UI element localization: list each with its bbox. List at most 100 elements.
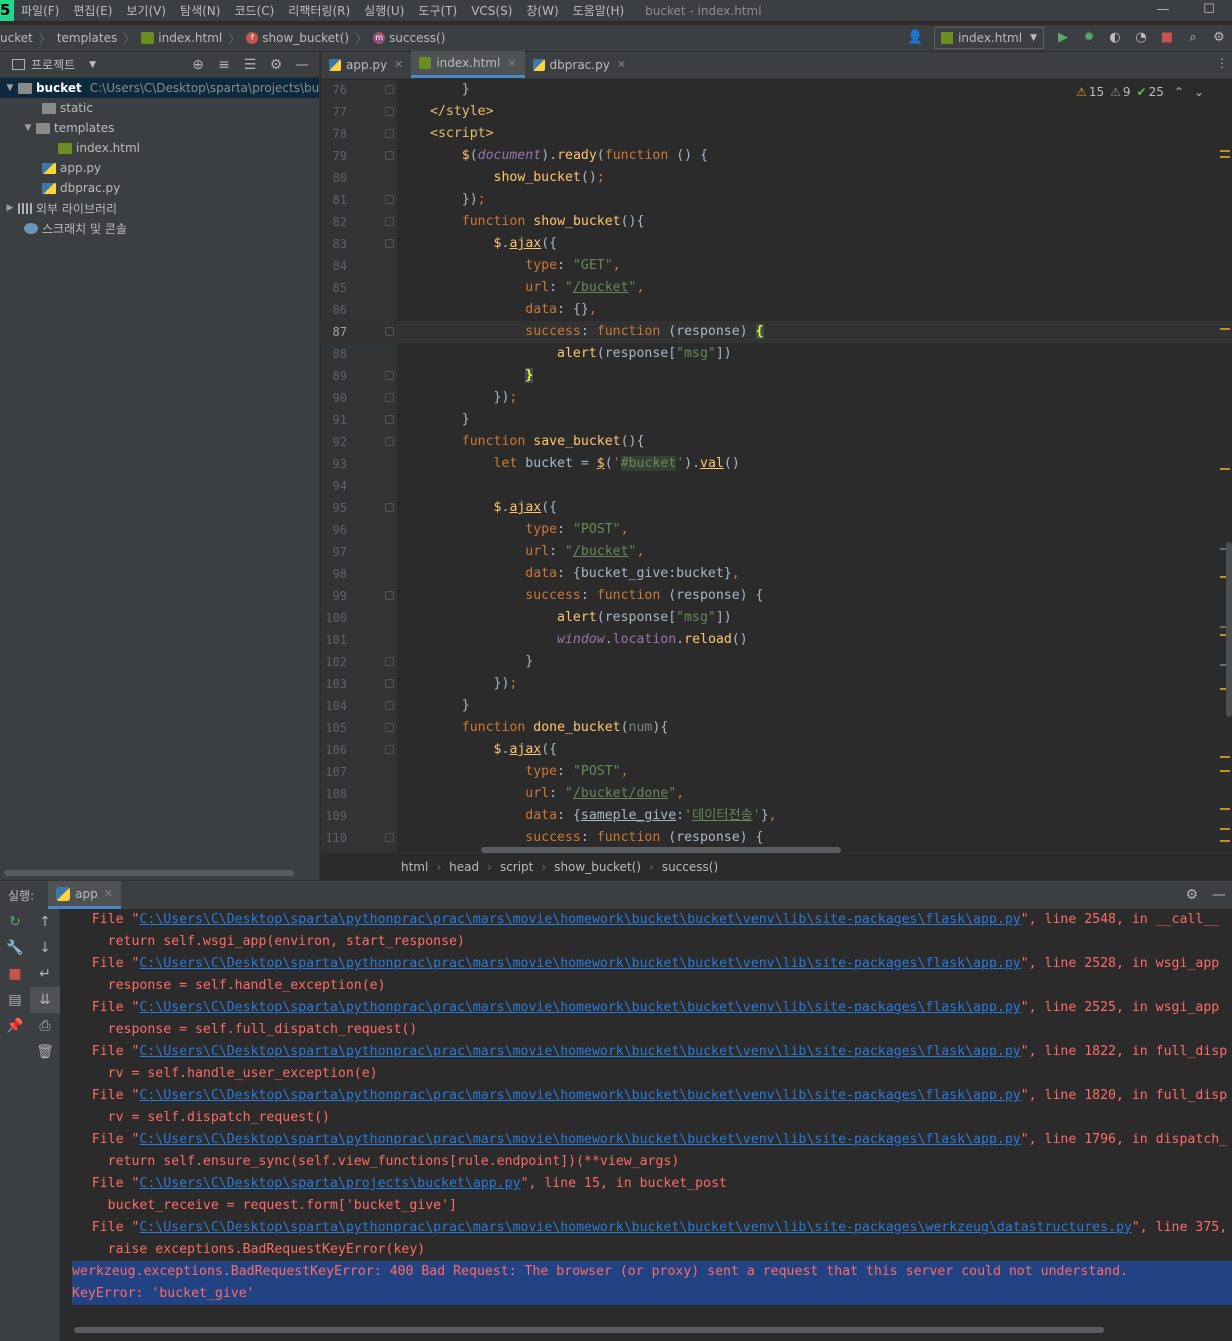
crumb-separator-icon: 〉 xyxy=(38,31,51,46)
menu-view[interactable]: 보기(V) xyxy=(119,2,173,19)
tree-item-templates-label: templates xyxy=(54,121,115,135)
tree-item-static[interactable]: static xyxy=(0,98,319,118)
breadcrumb-show-bucket[interactable]: show_bucket() xyxy=(554,860,641,874)
editor-vertical-scrollbar[interactable] xyxy=(1226,542,1232,717)
minimize-icon[interactable]: — xyxy=(1140,0,1186,21)
tab-index-html[interactable]: index.html ✕ xyxy=(411,51,525,78)
file-link[interactable]: C:\Users\C\Desktop\sparta\pythonprac\pra… xyxy=(139,956,1020,971)
tree-item-bucket[interactable]: ▼ bucket C:\Users\C\Desktop\sparta\proje… xyxy=(0,78,319,98)
arrow-down-icon[interactable]: ↓ xyxy=(30,935,60,961)
more-icon[interactable]: ⋮ xyxy=(1216,56,1228,70)
run-tab-app[interactable]: app ✕ xyxy=(48,881,121,909)
console-output[interactable]: File "C:\Users\C\Desktop\sparta\pythonpr… xyxy=(60,909,1232,1341)
file-link[interactable]: C:\Users\C\Desktop\sparta\pythonprac\pra… xyxy=(139,912,1020,927)
breadcrumb-script[interactable]: script xyxy=(500,860,533,874)
menu-help[interactable]: 도움말(H) xyxy=(566,2,632,19)
menu-navigate[interactable]: 탐색(N) xyxy=(173,2,227,19)
close-icon[interactable]: ✕ xyxy=(394,58,403,71)
nav-crumb-file[interactable]: index.html xyxy=(141,31,222,45)
run-icon[interactable]: ▶ xyxy=(1052,27,1074,49)
crumb-separator-icon: 〉 xyxy=(355,31,368,46)
trash-icon[interactable]: 🗑 xyxy=(30,1039,60,1065)
hide-icon[interactable]: — xyxy=(289,57,315,73)
file-link[interactable]: C:\Users\C\Desktop\sparta\projects\bucke… xyxy=(139,1176,520,1191)
code-line: 110 success: function (response) { xyxy=(325,830,764,845)
crumb-separator-icon: › xyxy=(436,860,442,874)
code-line: 84 type: "GET", xyxy=(332,258,621,273)
layout-icon[interactable]: ▤ xyxy=(0,987,30,1013)
print-icon[interactable]: ⎙ xyxy=(30,1013,60,1039)
menu-run[interactable]: 실행(U) xyxy=(357,2,411,19)
search-icon[interactable]: ⌕ xyxy=(1182,27,1204,49)
menu-file[interactable]: 파일(F) xyxy=(14,2,66,19)
tree-item-dbprac-py-label: dbprac.py xyxy=(60,181,121,195)
settings-icon[interactable]: ⚙ xyxy=(1208,27,1230,49)
close-icon[interactable]: ✕ xyxy=(507,57,516,70)
close-icon[interactable]: ✕ xyxy=(104,887,113,900)
collapse-all-icon[interactable]: ☰ xyxy=(237,57,263,73)
stop-icon[interactable]: ■ xyxy=(1156,27,1178,49)
gear-icon[interactable]: ⚙ xyxy=(263,57,289,73)
warning-count: 15 xyxy=(1088,85,1105,99)
profile-icon[interactable]: ◔ xyxy=(1130,27,1152,49)
menu-vcs[interactable]: VCS(S) xyxy=(464,4,519,18)
console-line: return self.ensure_sync(self.view_functi… xyxy=(60,1154,680,1169)
tree-item-app-py[interactable]: app.py xyxy=(0,158,319,178)
run-config-select[interactable]: index.html ▼ xyxy=(934,27,1044,49)
chevron-down-icon[interactable]: ▼ xyxy=(89,60,96,70)
code-line: 88 alert(response["msg"]) xyxy=(332,346,732,361)
soft-wrap-icon[interactable]: ↵ xyxy=(30,961,60,987)
maximize-icon[interactable]: ☐ xyxy=(1186,0,1232,21)
file-link[interactable]: C:\Users\C\Desktop\sparta\pythonprac\pra… xyxy=(139,1132,1020,1147)
folder-icon xyxy=(42,102,56,114)
project-scrollbar[interactable] xyxy=(4,870,294,876)
nav-crumb-function[interactable]: f show_bucket() xyxy=(246,31,349,45)
file-link[interactable]: C:\Users\C\Desktop\sparta\pythonprac\pra… xyxy=(139,1044,1020,1059)
gear-icon[interactable]: ⚙ xyxy=(1185,887,1198,903)
tab-app-py[interactable]: app.py ✕ xyxy=(321,51,411,78)
tree-item-dbprac-py[interactable]: dbprac.py xyxy=(0,178,319,198)
code-line: 103 }); xyxy=(325,676,518,691)
user-icon[interactable]: 👤 xyxy=(904,27,926,49)
menu-tools[interactable]: 도구(T) xyxy=(411,2,464,19)
menu-refactor[interactable]: 리팩터링(R) xyxy=(281,2,357,19)
coverage-icon[interactable]: ◐ xyxy=(1104,27,1126,49)
stop-icon[interactable]: ■ xyxy=(0,961,30,987)
console-horizontal-scrollbar[interactable] xyxy=(74,1327,1104,1333)
run-toolbar-secondary: ↑ ↓ ↵ ⇊ ⎙ 🗑 xyxy=(30,909,60,1341)
menu-window[interactable]: 창(W) xyxy=(519,2,565,19)
inspection-widget[interactable]: ⚠ 15 ⚠ 9 ✔ 25 ⌃ ⌄ xyxy=(1070,85,1204,99)
rerun-icon[interactable]: ↻ xyxy=(0,909,30,935)
tab-dbprac-py[interactable]: dbprac.py ✕ xyxy=(525,51,635,78)
python-file-icon xyxy=(329,58,341,71)
arrow-up-icon[interactable]: ↑ xyxy=(30,909,60,935)
menu-edit[interactable]: 편집(E) xyxy=(66,2,119,19)
menu-code[interactable]: 코드(C) xyxy=(227,2,281,19)
breadcrumb-success[interactable]: success() xyxy=(662,860,718,874)
tree-item-templates[interactable]: ▼ templates xyxy=(0,118,319,138)
code-line: 97 url: "/bucket", xyxy=(332,544,645,559)
project-panel-title[interactable]: 프로젝트 xyxy=(31,56,75,73)
close-icon[interactable]: ✕ xyxy=(617,58,626,71)
tree-item-scratches[interactable]: 스크래치 및 콘솔 xyxy=(0,218,319,238)
file-link[interactable]: C:\Users\C\Desktop\sparta\pythonprac\pra… xyxy=(139,1000,1020,1015)
error-stripe[interactable] xyxy=(1220,132,1232,852)
tree-item-index-html[interactable]: index.html xyxy=(0,138,319,158)
file-link[interactable]: C:\Users\C\Desktop\sparta\pythonprac\pra… xyxy=(139,1220,1131,1235)
hide-icon[interactable]: — xyxy=(1212,887,1226,903)
file-link[interactable]: C:\Users\C\Desktop\sparta\pythonprac\pra… xyxy=(139,1088,1020,1103)
debug-icon[interactable]: ✹ xyxy=(1078,27,1100,49)
tree-item-external-libraries[interactable]: ▶ 외부 라이브러리 xyxy=(0,198,319,218)
wrench-icon[interactable]: 🔧 xyxy=(0,935,30,961)
breadcrumb-html[interactable]: html xyxy=(401,860,428,874)
nav-crumb-templates[interactable]: templates xyxy=(57,31,117,45)
locate-icon[interactable]: ⊕ xyxy=(185,57,211,73)
chevron-up-icon[interactable]: ⌃ xyxy=(1174,85,1184,99)
scroll-to-end-icon[interactable]: ⇊ xyxy=(30,987,60,1013)
expand-all-icon[interactable]: ≡ xyxy=(211,57,237,73)
pin-icon[interactable]: 📌 xyxy=(0,1013,30,1039)
chevron-down-icon[interactable]: ⌄ xyxy=(1194,85,1204,99)
nav-crumb-method[interactable]: m success() xyxy=(373,31,445,45)
breadcrumb-head[interactable]: head xyxy=(449,860,479,874)
nav-crumb-project[interactable]: ucket xyxy=(0,31,33,45)
